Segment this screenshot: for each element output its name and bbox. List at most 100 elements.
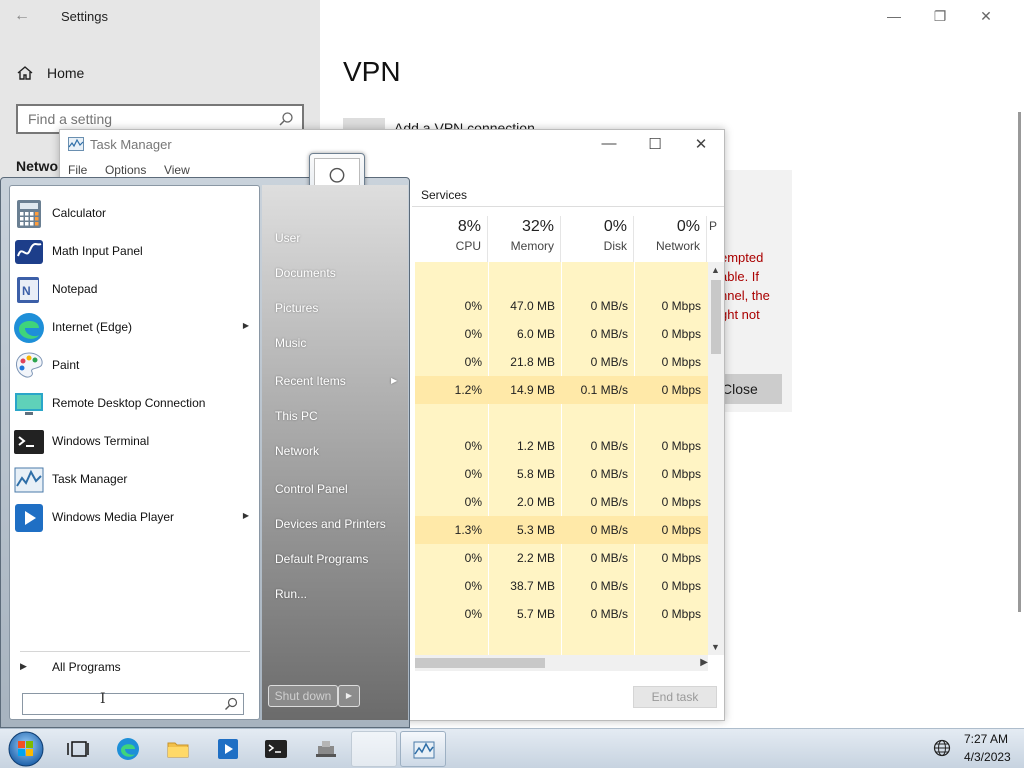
vscroll-thumb[interactable]	[711, 280, 721, 354]
process-row[interactable]: 1.2% 14.9 MB 0.1 MB/s 0 Mbps	[415, 376, 708, 404]
start-program-windows-media-player[interactable]: Windows Media Player ▶	[13, 500, 258, 536]
menu-view[interactable]: View	[164, 163, 190, 177]
tm-maximize-button[interactable]: ☐	[644, 135, 666, 153]
cell-network: 0 Mbps	[661, 439, 701, 453]
start-place-user[interactable]: User	[275, 231, 405, 245]
process-row[interactable]	[415, 264, 708, 292]
start-place-network[interactable]: Network	[275, 444, 405, 458]
start-program-task-manager[interactable]: Task Manager	[13, 462, 258, 498]
taskbar-app[interactable]	[303, 731, 349, 767]
start-search-box[interactable]	[22, 693, 244, 715]
vpn-close-button[interactable]: Close	[720, 374, 782, 404]
back-arrow-icon[interactable]: ←	[14, 7, 34, 25]
cpu-percent: 8%	[457, 218, 481, 235]
program-label: Paint	[52, 358, 80, 372]
process-row[interactable]: 0% 2.0 MB 0 MB/s 0 Mbps	[415, 488, 708, 516]
cell-memory: 1.2 MB	[516, 439, 555, 453]
clock-time[interactable]: 7:27 AM	[964, 732, 1008, 746]
home-link[interactable]: Home	[47, 65, 84, 81]
start-program-paint[interactable]: Paint	[13, 348, 258, 384]
clock-date[interactable]: 4/3/2023	[964, 750, 1011, 764]
start-program-remote-desktop-connection[interactable]: Remote Desktop Connection	[13, 386, 258, 422]
start-program-internet-edge[interactable]: Internet (Edge) ▶	[13, 310, 258, 346]
close-button[interactable]: ✕	[976, 8, 996, 24]
cell-network: 0 Mbps	[661, 607, 701, 621]
settings-scrollbar[interactable]	[1018, 112, 1021, 612]
start-place-recent-items[interactable]: Recent Items ▶	[275, 374, 405, 388]
shutdown-button[interactable]: Shut down	[268, 685, 338, 707]
start-place-run[interactable]: Run...	[275, 587, 405, 601]
cell-memory: 38.7 MB	[510, 579, 555, 593]
cell-disk: 0 MB/s	[590, 467, 628, 481]
cpu-label: CPU	[455, 239, 481, 253]
taskbar-blank-window[interactable]	[351, 731, 397, 767]
cell-disk: 0 MB/s	[590, 355, 628, 369]
search-icon[interactable]	[224, 697, 238, 711]
tm-close-button[interactable]: ✕	[690, 135, 712, 153]
task-view-button[interactable]	[55, 731, 101, 767]
column-header-network[interactable]: 0% Network	[634, 216, 707, 262]
tab-services[interactable]: Services	[415, 183, 471, 207]
process-row[interactable]: 1.3% 5.3 MB 0 MB/s 0 Mbps	[415, 516, 708, 544]
process-row[interactable]: 0% 38.7 MB 0 MB/s 0 Mbps	[415, 572, 708, 600]
home-icon[interactable]	[16, 64, 34, 82]
menu-options[interactable]: Options	[105, 163, 146, 177]
cell-memory: 5.3 MB	[516, 523, 555, 537]
language-globe-icon[interactable]	[933, 739, 951, 757]
taskbar-media-player[interactable]	[205, 731, 251, 767]
remote-desktop-icon	[13, 388, 45, 420]
start-place-music[interactable]: Music	[275, 336, 405, 350]
start-place-this-pc[interactable]: This PC	[275, 409, 405, 423]
scroll-up-arrow-icon[interactable]: ▲	[711, 265, 720, 275]
start-place-pictures[interactable]: Pictures	[275, 301, 405, 315]
process-row[interactable]	[415, 404, 708, 432]
tm-minimize-button[interactable]: —	[598, 135, 620, 153]
process-row[interactable]: 0% 6.0 MB 0 MB/s 0 Mbps	[415, 320, 708, 348]
cell-disk: 0 MB/s	[590, 523, 628, 537]
column-header-memory[interactable]: 32% Memory	[488, 216, 561, 262]
start-program-calculator[interactable]: Calculator	[13, 196, 258, 232]
start-program-math-input-panel[interactable]: Math Input Panel	[13, 234, 258, 270]
restore-button[interactable]: ❐	[930, 8, 950, 24]
process-row[interactable]: 0% 47.0 MB 0 MB/s 0 Mbps	[415, 292, 708, 320]
place-label: Music	[275, 336, 307, 350]
minimize-button[interactable]: —	[884, 8, 904, 24]
start-place-documents[interactable]: Documents	[275, 266, 405, 280]
place-label: This PC	[275, 409, 318, 423]
taskbar-task-manager[interactable]	[400, 731, 446, 767]
taskbar-file-explorer[interactable]	[155, 731, 201, 767]
scroll-right-arrow-icon[interactable]: ▶	[700, 657, 708, 668]
shutdown-options-arrow-icon[interactable]: ▶	[338, 685, 360, 707]
start-orb[interactable]	[6, 730, 46, 768]
start-places-pane: User Documents Pictures Music Recent Items ▶ T…	[262, 185, 408, 720]
process-row[interactable]: 0% 5.7 MB 0 MB/s 0 Mbps	[415, 600, 708, 628]
place-label: Run...	[275, 587, 308, 601]
search-icon[interactable]	[278, 111, 294, 127]
process-row[interactable]: 0% 5.8 MB 0 MB/s 0 Mbps	[415, 460, 708, 488]
column-header-disk[interactable]: 0% Disk	[561, 216, 634, 262]
menu-file[interactable]: File	[68, 163, 87, 177]
start-search-input[interactable]	[23, 694, 213, 714]
end-task-button[interactable]: End task	[633, 686, 717, 708]
start-program-windows-terminal[interactable]: Windows Terminal	[13, 424, 258, 460]
start-place-control-panel[interactable]: Control Panel	[275, 482, 405, 496]
task-manager-titlebar[interactable]: Task Manager — ☐ ✕	[60, 130, 724, 160]
start-program-notepad[interactable]: N Notepad	[13, 272, 258, 308]
process-list-hscroll[interactable]: ▶	[415, 655, 708, 671]
cell-memory: 5.8 MB	[516, 467, 555, 481]
all-programs-button[interactable]: ▶ All Programs	[20, 658, 250, 678]
column-header-cpu[interactable]: 8% CPU	[415, 216, 488, 262]
process-list-vscroll[interactable]: ▲ ▼	[708, 262, 724, 655]
start-place-devices-and-printers[interactable]: Devices and Printers	[275, 517, 405, 531]
taskbar-terminal[interactable]	[253, 731, 299, 767]
process-row[interactable]: 0% 1.2 MB 0 MB/s 0 Mbps	[415, 432, 708, 460]
process-row[interactable]: 0% 2.2 MB 0 MB/s 0 Mbps	[415, 544, 708, 572]
taskbar-edge[interactable]	[105, 731, 151, 767]
process-row[interactable]: 0% 21.8 MB 0 MB/s 0 Mbps	[415, 348, 708, 376]
scroll-down-arrow-icon[interactable]: ▼	[711, 642, 720, 652]
hscroll-thumb[interactable]	[415, 658, 545, 668]
math-input-panel-icon	[13, 236, 45, 268]
column-header-power[interactable]: P	[707, 216, 724, 262]
program-label: Windows Media Player	[52, 510, 175, 524]
start-place-default-programs[interactable]: Default Programs	[275, 552, 405, 566]
